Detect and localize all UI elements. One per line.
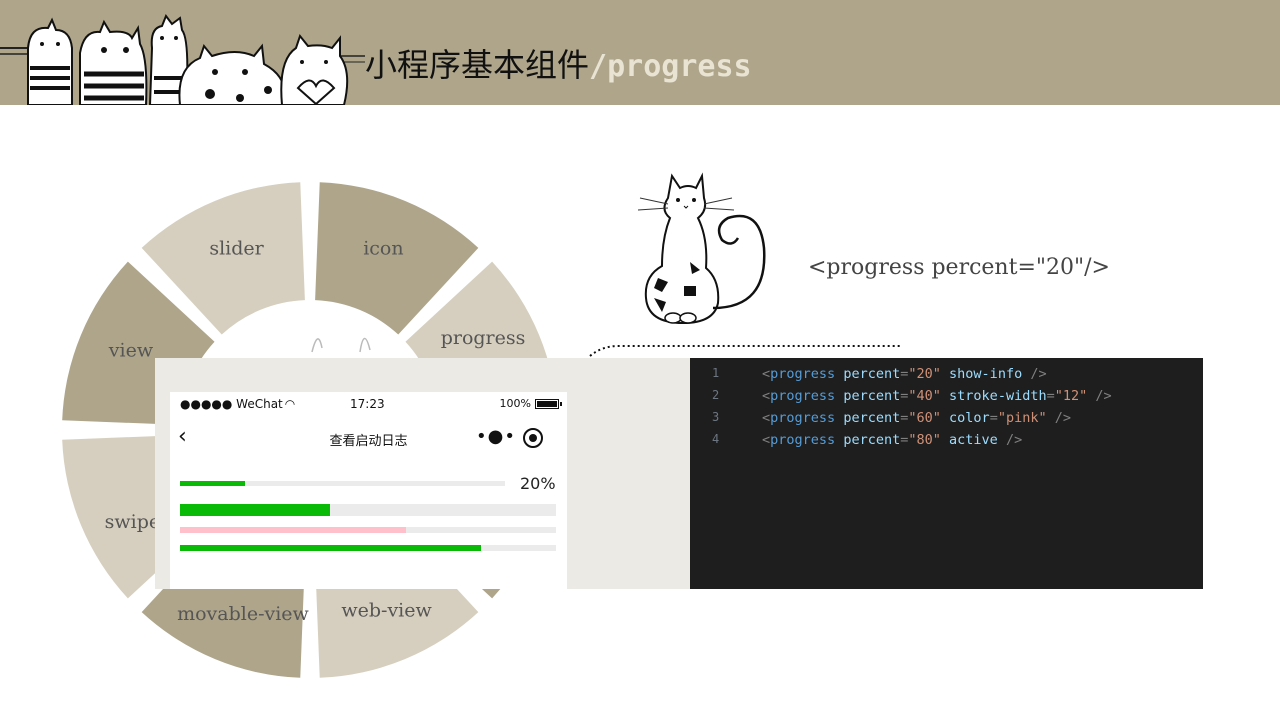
status-time: 17:23 [350,397,385,411]
title-main: 小程序基本组件 [365,46,590,84]
ring-segment-label: web-view [341,599,432,621]
ring-segment-label: icon [363,237,403,259]
battery-percent: 100% [499,397,531,410]
code-editor: 1 <progress percent="20" show-info /> 2 … [690,358,1203,589]
carrier-label: ●●●●● WeChat [180,397,283,411]
line-number: 1 [712,366,720,380]
cats-illustration [0,13,365,105]
progress-bar-3 [180,527,556,533]
title-sub: /progress [589,49,752,84]
phone-screen: ●●●●● WeChat ◠ 17:23 100% ‹ 查看启动日志 •●• 2… [170,392,567,589]
wifi-icon: ◠ [284,397,296,411]
code-line-1: 1 <progress percent="20" show-info /> [690,358,1203,382]
line-number: 2 [712,388,720,402]
cat-illustration [637,172,766,325]
progress-percent-label: 20% [520,474,556,493]
progress-bar-1 [180,481,505,486]
dotted-connector [589,345,902,357]
ring-segment-label: movable-view [177,603,309,625]
ring-segment-label: view [108,339,154,361]
code-snippet: <progress percent="20"/> [808,255,1110,280]
inner-cat-sketch [311,337,371,353]
battery-icon [535,398,562,409]
progress-fill-2 [180,504,331,516]
close-capsule-icon[interactable] [523,428,543,448]
code-line-4: 4 <progress percent="80" active /> [690,424,1203,448]
progress-fill-4 [180,545,481,551]
progress-fill-3 [180,527,406,533]
progress-bar-2 [180,504,556,516]
line-number: 3 [712,410,720,424]
page-title: 小程序基本组件 /progress [365,40,752,84]
code-line-3: 3 <progress percent="60" color="pink" /> [690,402,1203,426]
progress-fill-1 [180,481,245,486]
nav-bar: ‹ 查看启动日志 •●• [170,420,567,454]
ring-segment-label: progress [441,327,526,349]
more-icon[interactable]: •●• [476,426,516,447]
code-text: <progress percent="80" active /> [762,432,1023,448]
header-bar: 小程序基本组件 /progress [0,0,1280,105]
status-bar: ●●●●● WeChat ◠ 17:23 100% [170,392,567,416]
ring-segment-label: slider [209,237,264,259]
code-line-2: 2 <progress percent="40" stroke-width="1… [690,380,1203,404]
progress-bar-4 [180,545,556,551]
line-number: 4 [712,432,720,446]
